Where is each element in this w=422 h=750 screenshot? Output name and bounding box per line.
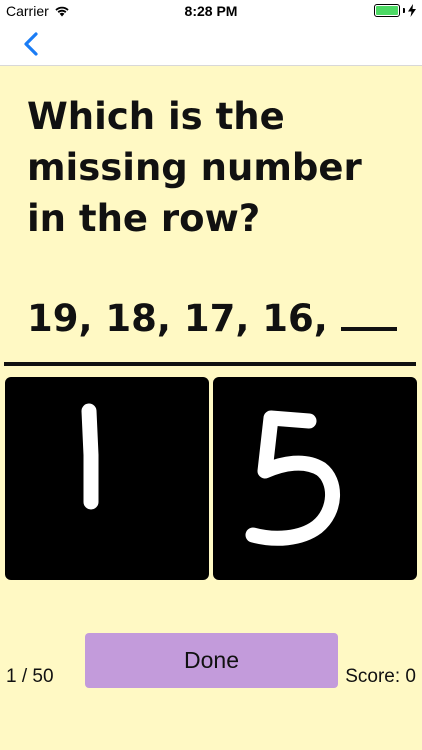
- number-sequence: 19, 18, 17, 16,: [27, 297, 397, 341]
- quiz-area: Which is the missing number in the row? …: [0, 66, 422, 750]
- battery-tip: [403, 8, 405, 13]
- divider: [4, 362, 416, 366]
- missing-number-blank: [340, 297, 397, 331]
- battery-icon: [374, 4, 400, 17]
- charging-icon: [408, 4, 416, 17]
- handwritten-digit-5: [245, 410, 340, 546]
- nav-bar: [0, 22, 422, 66]
- status-time: 8:28 PM: [184, 3, 238, 19]
- drawing-pad-2[interactable]: [213, 377, 417, 580]
- handwritten-digit-1: [81, 403, 99, 510]
- battery-fill: [376, 6, 398, 15]
- score-label: Score: 0: [345, 666, 416, 687]
- drawing-pad-1[interactable]: [5, 377, 209, 580]
- status-right: [374, 4, 416, 17]
- sequence-numbers: 19, 18, 17, 16,: [27, 297, 328, 340]
- chevron-left-icon: [24, 32, 38, 56]
- question-text: Which is the missing number in the row?: [27, 95, 362, 240]
- question-progress: 1 / 50: [6, 666, 54, 687]
- back-button[interactable]: [18, 30, 48, 58]
- status-bar: Carrier 8:28 PM: [0, 0, 422, 22]
- done-button[interactable]: Done: [85, 633, 338, 688]
